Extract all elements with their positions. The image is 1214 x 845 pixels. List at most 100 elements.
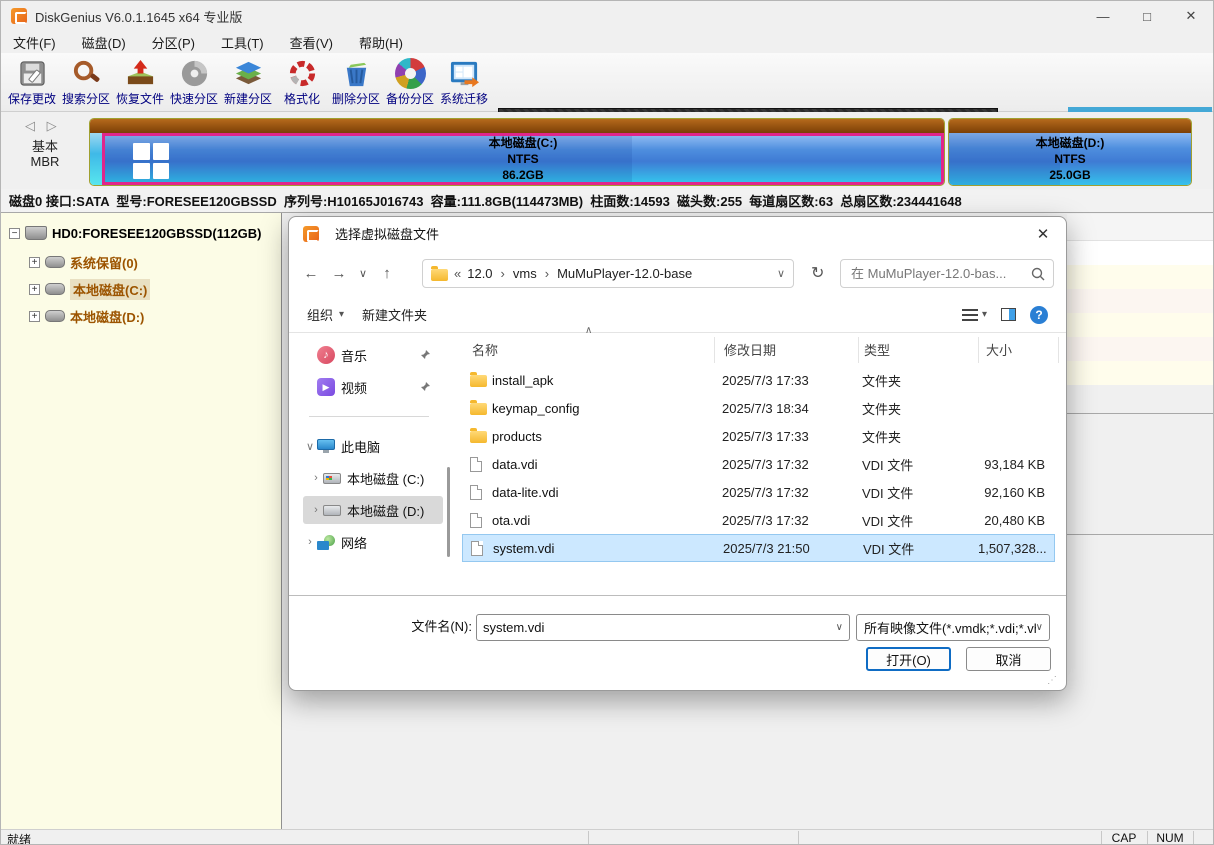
dialog-titlebar[interactable]: 选择虚拟磁盘文件 ✕ (289, 217, 1066, 250)
sidebar-item-disk-d[interactable]: › 本地磁盘 (D:) (303, 496, 443, 524)
cancel-button[interactable]: 取消 (966, 647, 1051, 671)
search-box[interactable] (840, 259, 1054, 288)
maximize-button[interactable]: □ (1125, 1, 1169, 31)
new-folder-button[interactable]: 新建文件夹 (362, 305, 427, 324)
chevron-down-icon[interactable]: ∨ (836, 622, 843, 633)
tree-item-disk-d[interactable]: 本地磁盘(D:) (29, 306, 144, 326)
search-partition-button[interactable]: 搜索分区 (59, 55, 113, 109)
quick-partition-button[interactable]: 快速分区 (167, 55, 221, 109)
chevron-down-icon[interactable]: ∨ (303, 440, 317, 453)
sidebar-item-network[interactable]: › 网络 (297, 528, 437, 556)
expand-icon[interactable] (29, 257, 40, 268)
column-divider[interactable] (714, 337, 715, 363)
menu-partition[interactable]: 分区(P) (152, 33, 195, 52)
file-row[interactable]: ota.vdi 2025/7/3 17:32 VDI 文件 20,480 KB (462, 506, 1055, 534)
chevron-right-icon[interactable]: › (309, 472, 323, 484)
column-divider[interactable] (858, 337, 859, 363)
back-icon[interactable]: ← (297, 265, 325, 282)
column-header-type[interactable]: 类型 (864, 335, 890, 359)
dialog-close-button[interactable]: ✕ (1020, 217, 1066, 250)
breadcrumb-ellipsis[interactable]: « (454, 266, 461, 281)
tool-label: 删除分区 (332, 90, 380, 107)
menu-file[interactable]: 文件(F) (13, 33, 56, 52)
view-mode-button[interactable]: ▾ (962, 309, 987, 321)
open-button[interactable]: 打开(O) (866, 647, 951, 671)
refresh-icon[interactable]: ↻ (811, 263, 824, 283)
pin-icon (420, 380, 431, 395)
help-icon[interactable]: ? (1030, 306, 1048, 324)
menu-view[interactable]: 查看(V) (290, 33, 333, 52)
tool-label: 搜索分区 (62, 90, 110, 107)
forward-icon[interactable]: → (325, 265, 353, 282)
breadcrumb-crumb[interactable]: 12.0 (467, 266, 492, 281)
organize-menu[interactable]: 组织 ▾ (307, 305, 344, 324)
breadcrumb[interactable]: « 12.0 › vms › MuMuPlayer-12.0-base ∨ (422, 259, 794, 288)
sidebar-scrollbar[interactable] (447, 467, 450, 557)
chevron-right-icon[interactable]: › (309, 504, 323, 516)
search-input[interactable] (841, 266, 1031, 281)
system-migration-button[interactable]: 系统迁移 (437, 55, 491, 109)
file-row[interactable]: data-lite.vdi 2025/7/3 17:32 VDI 文件 92,1… (462, 478, 1055, 506)
partition-d-size: 25.0GB (1036, 167, 1105, 183)
recover-files-button[interactable]: 恢复文件 (113, 55, 167, 109)
column-header-size[interactable]: 大小 (986, 335, 1012, 359)
minimize-button[interactable]: — (1081, 1, 1125, 31)
tree-item-disk-c[interactable]: 本地磁盘(C:) (29, 279, 150, 299)
menu-disk[interactable]: 磁盘(D) (82, 33, 126, 52)
filetype-filter-combo[interactable]: 所有映像文件(*.vmdk;*.vdi;*.vh ∨ (856, 614, 1050, 641)
menu-tools[interactable]: 工具(T) (221, 33, 264, 52)
sidebar-item-videos[interactable]: ▶ 视频 (297, 373, 437, 401)
format-button[interactable]: 格式化 (275, 55, 329, 109)
harddisk-icon (25, 226, 47, 240)
collapse-icon[interactable] (9, 228, 20, 239)
file-row-selected[interactable]: system.vdi 2025/7/3 21:50 VDI 文件 1,507,3… (462, 534, 1055, 562)
sidebar-item-this-pc[interactable]: ∨ 此电脑 (297, 432, 437, 460)
expand-icon[interactable] (29, 311, 40, 322)
resize-grip[interactable]: ⋰ (1047, 675, 1058, 686)
column-divider[interactable] (1058, 337, 1059, 363)
tree-item-system-reserved[interactable]: 系统保留(0) (29, 252, 138, 272)
filename-combo[interactable]: ∨ (476, 614, 850, 641)
file-name: keymap_config (492, 401, 722, 416)
file-row[interactable]: keymap_config 2025/7/3 18:34 文件夹 (462, 394, 1055, 422)
file-date: 2025/7/3 21:50 (723, 541, 863, 556)
chevron-right-icon[interactable]: › (303, 536, 317, 548)
sidebar-item-music[interactable]: ♪ 音乐 (297, 341, 437, 369)
column-header-date[interactable]: 修改日期 (724, 335, 776, 359)
breadcrumb-crumb[interactable]: vms (513, 266, 537, 281)
file-row[interactable]: data.vdi 2025/7/3 17:32 VDI 文件 93,184 KB (462, 450, 1055, 478)
open-file-dialog: 选择虚拟磁盘文件 ✕ ← → ∨ ↑ « 12.0 › vms › MuMuPl… (288, 216, 1067, 691)
partition-c-name: 本地磁盘(C:) (489, 135, 558, 151)
tree-root-label: HD0:FORESEE120GBSSD(112GB) (52, 226, 262, 241)
chevron-down-icon[interactable]: ∨ (777, 267, 785, 280)
close-button[interactable]: ✕ (1169, 1, 1213, 31)
column-header-name[interactable]: 名称 (472, 335, 498, 359)
expand-icon[interactable] (29, 284, 40, 295)
sidebar-item-disk-c[interactable]: › 本地磁盘 (C:) (303, 464, 443, 492)
chevron-down-icon[interactable]: ∨ (1036, 622, 1043, 633)
partition-d-bar[interactable]: 本地磁盘(D:) NTFS 25.0GB (949, 133, 1191, 185)
partition-system-reserved[interactable] (90, 133, 102, 185)
sidebar-item-label: 此电脑 (341, 437, 380, 456)
save-changes-button[interactable]: 保存更改 (5, 55, 59, 109)
backup-partition-button[interactable]: 备份分区 (383, 55, 437, 109)
tree-root-hd0[interactable]: HD0:FORESEE120GBSSD(112GB) (9, 223, 262, 243)
file-row[interactable]: install_apk 2025/7/3 17:33 文件夹 (462, 366, 1055, 394)
partition-c-bar[interactable]: 本地磁盘(C:) NTFS 86.2GB (102, 133, 944, 185)
column-divider[interactable] (978, 337, 979, 363)
breadcrumb-crumb[interactable]: MuMuPlayer-12.0-base (557, 266, 692, 281)
folder-icon (470, 375, 487, 387)
up-icon[interactable]: ↑ (373, 265, 401, 282)
disk0-bar-group2: 本地磁盘(D:) NTFS 25.0GB (948, 118, 1192, 186)
recent-locations-icon[interactable]: ∨ (353, 267, 373, 280)
disk-nav-arrows-icon[interactable]: ◁ ▷ (25, 118, 61, 134)
file-type: 文件夹 (862, 399, 977, 418)
filename-input[interactable] (477, 620, 836, 635)
preview-pane-icon[interactable] (1001, 308, 1016, 321)
file-date: 2025/7/3 17:33 (722, 373, 862, 388)
menu-help[interactable]: 帮助(H) (359, 33, 403, 52)
titlebar[interactable]: DiskGenius V6.0.1.1645 x64 专业版 — □ ✕ (1, 1, 1213, 31)
delete-partition-button[interactable]: 删除分区 (329, 55, 383, 109)
file-row[interactable]: products 2025/7/3 17:33 文件夹 (462, 422, 1055, 450)
new-partition-button[interactable]: 新建分区 (221, 55, 275, 109)
